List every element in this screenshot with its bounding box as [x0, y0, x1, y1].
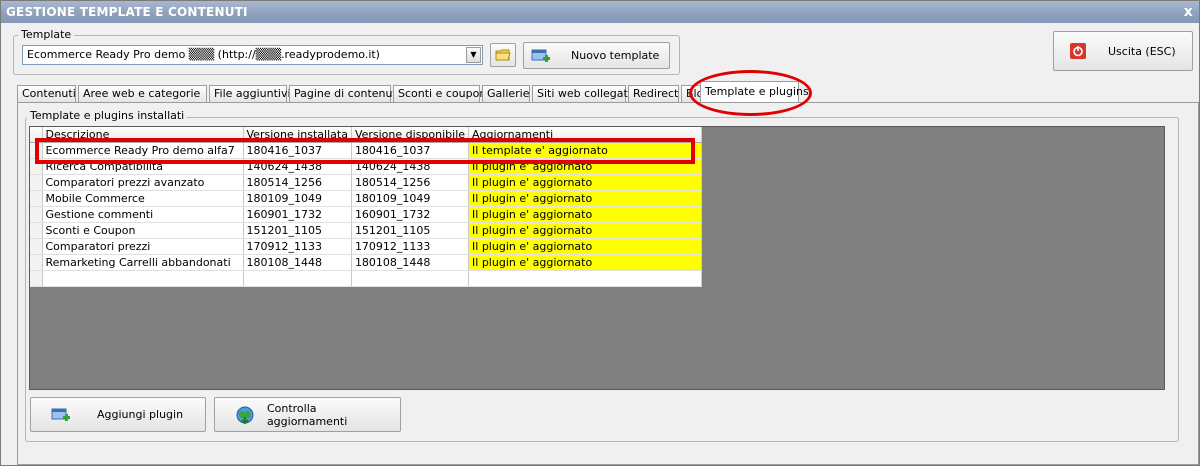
- check-updates-globe-icon: [236, 406, 254, 424]
- template-group-title: Template: [18, 28, 75, 41]
- tab-file-aggiuntivi[interactable]: File aggiuntivi: [209, 85, 291, 103]
- cell-available[interactable]: 180514_1256: [351, 174, 470, 191]
- exit-power-icon: [1070, 43, 1086, 59]
- table-new-row[interactable]: [30, 270, 703, 287]
- exit-button[interactable]: Uscita (ESC): [1053, 31, 1193, 71]
- folder-icon: [495, 49, 511, 61]
- cell-available[interactable]: 180109_1049: [351, 190, 470, 207]
- browse-folder-button[interactable]: [490, 43, 516, 67]
- tab-highlight-annotation: [689, 70, 812, 116]
- tab-pagine-contenuti[interactable]: Pagine di contenuti: [289, 85, 400, 103]
- cell-status[interactable]: Il plugin e' aggiornato: [468, 190, 703, 207]
- cell-installed[interactable]: 160901_1732: [243, 206, 352, 223]
- row-selector[interactable]: [30, 174, 43, 191]
- cell-description[interactable]: Gestione commenti: [42, 206, 244, 223]
- template-combo[interactable]: Ecommerce Ready Pro demo ▒▒▒ (http://▒▒▒…: [22, 45, 483, 65]
- main-window: GESTIONE TEMPLATE E CONTENUTI x Template…: [0, 0, 1200, 466]
- template-combo-value: Ecommerce Ready Pro demo ▒▒▒ (http://▒▒▒…: [27, 48, 380, 61]
- tab-aree-web[interactable]: Aree web e categorie: [78, 85, 207, 103]
- check-updates-label: Controlla aggiornamenti: [266, 401, 348, 428]
- cell-available[interactable]: 180108_1448: [351, 254, 470, 271]
- row-highlight-annotation: [35, 138, 695, 164]
- tab-contenuti[interactable]: Contenuti: [17, 85, 76, 103]
- row-selector[interactable]: [30, 270, 43, 287]
- tab-siti-web-collegati[interactable]: Siti web collegati: [532, 85, 631, 103]
- table-row[interactable]: Sconti e Coupon 151201_1105 151201_1105 …: [30, 222, 703, 239]
- row-selector[interactable]: [30, 190, 43, 207]
- cell-status[interactable]: Il plugin e' aggiornato: [468, 238, 703, 255]
- table-row[interactable]: Comparatori prezzi avanzato 180514_1256 …: [30, 174, 703, 191]
- cell-description[interactable]: Remarketing Carrelli abbandonati: [42, 254, 244, 271]
- cell-installed[interactable]: 170912_1133: [243, 238, 352, 255]
- row-selector[interactable]: [30, 206, 43, 223]
- cell-description[interactable]: Sconti e Coupon: [42, 222, 244, 239]
- table-row[interactable]: Remarketing Carrelli abbandonati 180108_…: [30, 254, 703, 271]
- row-selector[interactable]: [30, 238, 43, 255]
- new-template-label: Nuovo template: [571, 49, 660, 62]
- row-selector[interactable]: [30, 254, 43, 271]
- cell-empty[interactable]: [42, 270, 244, 287]
- exit-label: Uscita (ESC): [1108, 44, 1176, 58]
- cell-description[interactable]: Mobile Commerce: [42, 190, 244, 207]
- cell-empty[interactable]: [243, 270, 352, 287]
- cell-description[interactable]: Comparatori prezzi avanzato: [42, 174, 244, 191]
- cell-installed[interactable]: 180108_1448: [243, 254, 352, 271]
- cell-installed[interactable]: 180109_1049: [243, 190, 352, 207]
- tab-sconti-coupon[interactable]: Sconti e coupon: [393, 85, 486, 103]
- cell-empty[interactable]: [351, 270, 470, 287]
- add-template-icon: [531, 49, 550, 62]
- chevron-down-icon[interactable]: ▼: [466, 47, 481, 63]
- cell-available[interactable]: 170912_1133: [351, 238, 470, 255]
- cell-status[interactable]: Il plugin e' aggiornato: [468, 254, 703, 271]
- table-row[interactable]: Comparatori prezzi 170912_1133 170912_11…: [30, 238, 703, 255]
- cell-installed[interactable]: 180514_1256: [243, 174, 352, 191]
- row-selector[interactable]: [30, 222, 43, 239]
- cell-empty[interactable]: [468, 270, 703, 287]
- title-bar: GESTIONE TEMPLATE E CONTENUTI x: [1, 1, 1199, 23]
- add-plugin-icon: [51, 408, 70, 421]
- cell-status[interactable]: Il plugin e' aggiornato: [468, 174, 703, 191]
- cell-description[interactable]: Comparatori prezzi: [42, 238, 244, 255]
- cell-status[interactable]: Il plugin e' aggiornato: [468, 222, 703, 239]
- new-template-button[interactable]: Nuovo template: [523, 42, 670, 69]
- tab-gallerie[interactable]: Gallerie: [482, 85, 530, 103]
- tab-redirect[interactable]: Redirect: [628, 85, 679, 103]
- add-plugin-label: Aggiungi plugin: [97, 408, 184, 421]
- plugins-grid: Descrizione Versione installata Versione…: [29, 126, 1165, 390]
- window-title: GESTIONE TEMPLATE E CONTENUTI: [6, 5, 248, 19]
- add-plugin-button[interactable]: Aggiungi plugin: [30, 397, 206, 432]
- installed-group-title: Template e plugins installati: [27, 109, 188, 122]
- cell-available[interactable]: 160901_1732: [351, 206, 470, 223]
- table-row[interactable]: Mobile Commerce 180109_1049 180109_1049 …: [30, 190, 703, 207]
- cell-status[interactable]: Il plugin e' aggiornato: [468, 206, 703, 223]
- close-icon[interactable]: x: [1184, 1, 1193, 23]
- cell-available[interactable]: 151201_1105: [351, 222, 470, 239]
- check-updates-button[interactable]: Controlla aggiornamenti: [214, 397, 401, 432]
- table-row[interactable]: Gestione commenti 160901_1732 160901_173…: [30, 206, 703, 223]
- cell-installed[interactable]: 151201_1105: [243, 222, 352, 239]
